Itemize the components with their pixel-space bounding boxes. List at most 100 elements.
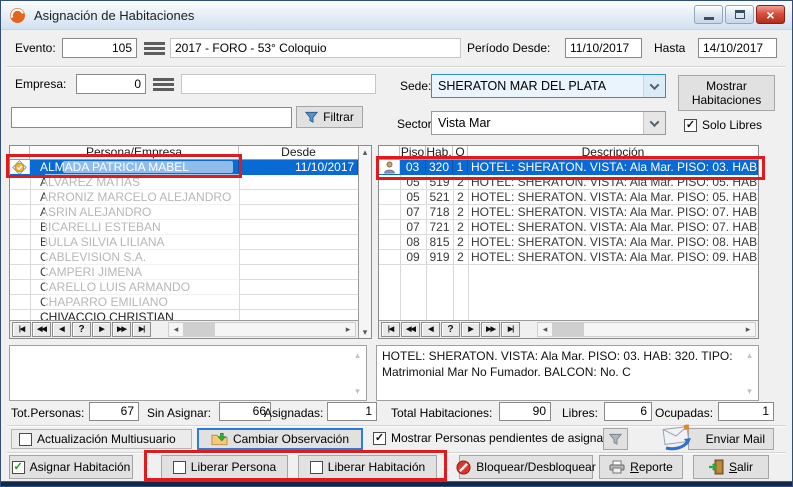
- nav-prior-button[interactable]: ◀: [52, 322, 71, 337]
- nav-next-page-button[interactable]: ▶▶: [481, 322, 500, 337]
- col-hab[interactable]: Hab.: [426, 146, 453, 159]
- asignadas-value: 1: [327, 402, 377, 421]
- ocupadas-value: 1: [718, 402, 774, 421]
- evento-number-field[interactable]: [62, 38, 137, 58]
- scroll-up-icon[interactable]: ▴: [363, 146, 368, 158]
- persona-row[interactable]: CARELLO LUIS ARMANDO: [10, 280, 358, 295]
- nav-last-button[interactable]: ▶|: [501, 322, 520, 337]
- cambiar-observacion-button[interactable]: Cambiar Observación: [197, 428, 363, 450]
- checkbox-icon[interactable]: [373, 432, 386, 445]
- nav-next-button[interactable]: ▶: [92, 322, 111, 337]
- nav-prior-page-button[interactable]: ◀◀: [401, 322, 420, 337]
- habitacion-row[interactable]: 088152HOTEL: SHERATON. VISTA: Ala Mar. P…: [379, 235, 758, 250]
- persona-row[interactable]: ASRIN ALEJANDRO: [10, 205, 358, 220]
- col-persona-empresa[interactable]: Persona/Empresa: [30, 146, 239, 159]
- nav-help-button[interactable]: ?: [441, 322, 460, 337]
- filtrar-button[interactable]: Filtrar: [296, 106, 363, 128]
- scroll-up-icon[interactable]: ▴: [747, 347, 752, 363]
- empresa-lookup-menu-icon[interactable]: [153, 78, 174, 91]
- personas-grid-header: Persona/Empresa Desde: [10, 146, 358, 160]
- reporte-button[interactable]: Reporte: [599, 455, 683, 479]
- col-desde[interactable]: Desde: [239, 146, 358, 159]
- enviar-mail-button[interactable]: Enviar Mail: [688, 428, 774, 450]
- minimize-button[interactable]: [694, 5, 723, 24]
- nav-last-button[interactable]: ▶|: [132, 322, 151, 337]
- col-o[interactable]: O: [453, 146, 468, 159]
- persona-row[interactable]: CHIVACCIO CHRISTIAN: [10, 310, 358, 320]
- vertical-scrollbar[interactable]: ▴ ▾: [358, 146, 371, 338]
- bloquear-desbloquear-button[interactable]: Bloquear/Desbloquear: [459, 455, 593, 479]
- sector-dropdown-button[interactable]: [643, 112, 665, 134]
- horizontal-scrollbar[interactable]: ◂ ▸: [168, 322, 356, 337]
- persona-row[interactable]: BULLA SILVIA LILIANA: [10, 235, 358, 250]
- persona-row-selected[interactable]: ALMADA PATRICIA MABEL 11/10/2017: [10, 160, 358, 175]
- actualizacion-multiusuario-label: Actualización Multiusuario: [37, 432, 176, 446]
- sector-combobox[interactable]: Vista Mar: [431, 111, 666, 135]
- maximize-button[interactable]: [725, 5, 754, 24]
- hasta-field[interactable]: [698, 38, 777, 58]
- filter-pendientes-button[interactable]: [603, 428, 628, 450]
- checkbox-icon[interactable]: [19, 433, 32, 446]
- sede-combobox[interactable]: SHERATON MAR DEL PLATA: [431, 74, 666, 98]
- mostrar-habitaciones-button[interactable]: Mostrar Habitaciones: [678, 75, 775, 111]
- close-button[interactable]: ×: [756, 5, 785, 24]
- habitacion-row[interactable]: 099192HOTEL: SHERATON. VISTA: Ala Mar. P…: [379, 250, 758, 265]
- observacion-habitacion-textarea[interactable]: HOTEL: SHERATON. VISTA: Ala Mar. PISO: 0…: [376, 345, 759, 401]
- scroll-left-icon[interactable]: ◂: [169, 323, 183, 336]
- scrollbar-thumb[interactable]: [183, 323, 215, 336]
- filter-funnel-icon: [609, 433, 622, 446]
- evento-lookup-menu-icon[interactable]: [144, 42, 165, 55]
- nav-next-page-button[interactable]: ▶▶: [112, 322, 131, 337]
- asignar-habitacion-button[interactable]: Asignar Habitación: [9, 455, 133, 479]
- scroll-left-icon[interactable]: ◂: [538, 323, 552, 336]
- nav-prior-page-button[interactable]: ◀◀: [32, 322, 51, 337]
- total-habitaciones-value: 90: [499, 402, 551, 421]
- persona-row[interactable]: BICARELLI ESTEBAN: [10, 220, 358, 235]
- search-input[interactable]: [11, 107, 292, 128]
- checkbox-icon: [310, 461, 323, 474]
- sede-dropdown-button[interactable]: [643, 75, 665, 97]
- nav-next-button[interactable]: ▶: [461, 322, 480, 337]
- scroll-down-icon[interactable]: ▾: [747, 383, 752, 399]
- nav-first-button[interactable]: |◀: [381, 322, 400, 337]
- actualizacion-multiusuario-checkbox[interactable]: Actualización Multiusuario: [11, 429, 192, 449]
- nav-prior-button[interactable]: ◀: [421, 322, 440, 337]
- ocupadas-label: Ocupadas:: [655, 405, 713, 421]
- solo-libres-label: Solo Libres: [702, 118, 762, 132]
- persona-row[interactable]: ARRONIZ MARCELO ALEJANDRO: [10, 190, 358, 205]
- cell-hab: 320: [426, 160, 453, 174]
- empresa-number-field[interactable]: [76, 74, 146, 94]
- periodo-desde-field[interactable]: [565, 38, 642, 58]
- persona-row[interactable]: ALVAREZ MATIAS: [10, 175, 358, 190]
- mostrar-pendientes-checkbox[interactable]: Mostrar Personas pendientes de asignació…: [373, 431, 625, 445]
- reporte-label: Reporte: [630, 460, 673, 474]
- bloquear-desbloquear-label: Bloquear/Desbloquear: [476, 460, 595, 474]
- habitacion-row[interactable]: 055192HOTEL: SHERATON. VISTA: Ala Mar. P…: [379, 175, 758, 190]
- liberar-persona-button[interactable]: Liberar Persona: [161, 455, 288, 479]
- horizontal-scrollbar[interactable]: ◂ ▸: [537, 322, 756, 337]
- salir-button[interactable]: Salir: [693, 455, 769, 479]
- scrollbar-thumb[interactable]: [552, 323, 584, 336]
- filter-funnel-icon: [305, 111, 318, 124]
- scroll-down-icon[interactable]: ▾: [363, 326, 368, 338]
- solo-libres-checkbox[interactable]: Solo Libres: [684, 118, 762, 132]
- persona-row[interactable]: CABLEVISION S.A.: [10, 250, 358, 265]
- col-descripcion[interactable]: Descripción: [468, 146, 758, 159]
- scroll-down-icon[interactable]: ▾: [355, 383, 360, 399]
- liberar-habitacion-button[interactable]: Liberar Habitación: [298, 455, 437, 479]
- persona-row[interactable]: CHAPARRO EMILIANO: [10, 295, 358, 310]
- habitacion-row-selected[interactable]: 03 320 1 HOTEL: SHERATON. VISTA: Ala Mar…: [379, 160, 758, 175]
- habitacion-row[interactable]: 077212HOTEL: SHERATON. VISTA: Ala Mar. P…: [379, 220, 758, 235]
- scroll-right-icon[interactable]: ▸: [341, 323, 355, 336]
- scroll-up-icon[interactable]: ▴: [355, 347, 360, 363]
- window-title: Asignación de Habitaciones: [34, 8, 194, 23]
- habitacion-row[interactable]: 077182HOTEL: SHERATON. VISTA: Ala Mar. P…: [379, 205, 758, 220]
- nav-help-button[interactable]: ?: [72, 322, 91, 337]
- checkbox-icon[interactable]: [684, 119, 697, 132]
- habitacion-row[interactable]: 055212HOTEL: SHERATON. VISTA: Ala Mar. P…: [379, 190, 758, 205]
- scroll-right-icon[interactable]: ▸: [741, 323, 755, 336]
- observacion-persona-textarea[interactable]: ▴▾: [9, 345, 367, 401]
- nav-first-button[interactable]: |◀: [12, 322, 31, 337]
- col-piso[interactable]: Piso: [400, 146, 426, 159]
- persona-row[interactable]: CAMPERI JIMENA: [10, 265, 358, 280]
